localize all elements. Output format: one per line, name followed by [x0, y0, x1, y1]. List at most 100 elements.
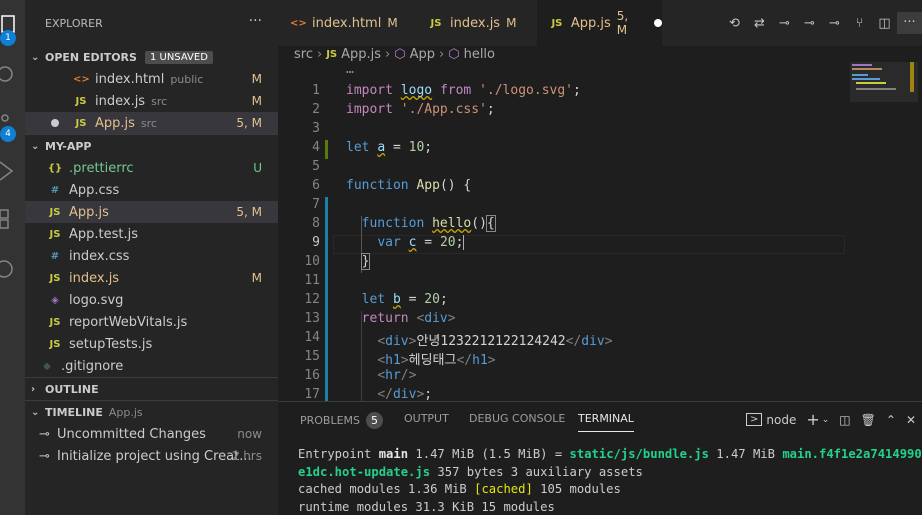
terminal-text: cached modules 1.36 MiB [298, 482, 475, 497]
git-graph-icon[interactable]: ⑂ [847, 16, 872, 31]
open-editor-item-active[interactable]: JS App.js src 5, M [25, 112, 278, 134]
git-prev-icon[interactable]: ⊸ [772, 16, 797, 31]
remote-explorer-icon[interactable] [0, 254, 25, 284]
chevron-right-icon: › [385, 46, 391, 62]
problems-count-badge: 5 [366, 412, 384, 429]
modified-line-marker [325, 197, 328, 407]
terminal-text: main [378, 447, 409, 461]
terminal-shell-label[interactable]: node [766, 413, 796, 427]
js-file-icon: JS [551, 17, 563, 29]
line-number: 7 [312, 197, 320, 212]
compare-icon[interactable]: ⇄ [747, 16, 772, 31]
chevron-down-icon: ⌄ [31, 406, 40, 418]
code-editor[interactable]: … 1 2 3 4 5 6 7 8 9 10 11 12 13 14 15 16… [278, 62, 845, 407]
trash-icon[interactable]: 🗑 [861, 413, 876, 427]
open-editor-folder: src [140, 116, 157, 130]
open-editor-item[interactable]: <> index.html public M [25, 68, 278, 90]
more-icon[interactable]: ··· [897, 12, 922, 34]
split-terminal-icon[interactable]: ◫ [839, 413, 850, 427]
code-line: return <div> [361, 311, 456, 326]
tab-output[interactable]: OUTPUT [404, 412, 449, 425]
tab-index-html[interactable]: <> index.html M [278, 0, 408, 46]
minimap-warning-marker [910, 62, 914, 92]
breadcrumb-component[interactable]: App [410, 47, 435, 62]
source-control-badge: 4 [0, 126, 16, 142]
more-actions-icon[interactable]: ··· [249, 13, 262, 29]
file-item[interactable]: JS App.test.js [25, 223, 278, 245]
file-name: reportWebVitals.js [69, 314, 188, 330]
tab-problems[interactable]: PROBLEMS 5 [300, 412, 384, 429]
explorer-title: EXPLORER [45, 16, 103, 30]
minimap[interactable] [848, 62, 918, 400]
activity-bar: 1 4 [0, 0, 25, 515]
folded-lines-indicator: … [346, 62, 354, 77]
open-editor-name: index.html [95, 71, 165, 87]
unsaved-dot-icon[interactable] [654, 19, 662, 27]
tab-app-js[interactable]: JS App.js 5, M [537, 0, 662, 46]
file-item[interactable]: ◈ logo.svg [25, 289, 278, 311]
code-line: var c = 20; [377, 235, 465, 250]
breadcrumb-function[interactable]: hello [464, 47, 495, 62]
open-editor-name: index.js [95, 93, 146, 109]
tab-status: M [506, 16, 517, 30]
terminal-output[interactable]: Entrypoint main 1.47 MiB (1.5 MiB) = sta… [298, 446, 922, 515]
line-number: 17 [304, 387, 320, 402]
extensions-icon[interactable] [0, 206, 25, 236]
file-item[interactable]: {} .prettierrc U [25, 157, 278, 179]
timeline-header[interactable]: ⌄ TIMELINE App.js [25, 401, 278, 423]
file-name: App.css [69, 182, 120, 198]
terminal-text: runtime modules 31.3 KiB 15 modules [298, 499, 555, 514]
line-number-current: 9 [312, 235, 320, 250]
minimap-line [852, 64, 872, 66]
component-symbol-icon: ⬡ [394, 46, 406, 62]
config-file-icon: {} [47, 162, 63, 174]
file-item[interactable]: # index.css [25, 245, 278, 267]
close-icon[interactable]: ✕ [906, 413, 916, 427]
line-number: 12 [304, 292, 320, 307]
open-editor-item[interactable]: JS index.js src M [25, 90, 278, 112]
git-next-icon[interactable]: ⊸ [822, 16, 847, 31]
code-line: function hello(){ [361, 215, 496, 232]
new-terminal-icon[interactable]: + [806, 410, 819, 429]
explorer-badge: 1 [0, 30, 16, 46]
history-icon[interactable]: ⟲ [722, 16, 747, 31]
terminal-text: Entrypoint [298, 447, 379, 461]
css-file-icon: # [50, 184, 60, 196]
breadcrumb-folder[interactable]: src [294, 47, 313, 62]
file-item-active[interactable]: JS App.js 5, M [25, 201, 278, 223]
js-file-icon: JS [49, 228, 61, 240]
code-line: <div>안녕1232212122124242</div> [377, 334, 613, 349]
file-item[interactable]: JS reportWebVitals.js [25, 311, 278, 333]
terminal-text: [cached] [474, 482, 533, 497]
search-icon[interactable] [0, 62, 25, 92]
js-file-icon: JS [75, 95, 87, 107]
file-item[interactable]: ◆ .gitignore [25, 355, 278, 377]
tab-index-js[interactable]: JS index.js M [416, 0, 534, 46]
explorer-header: EXPLORER ··· [25, 0, 278, 46]
run-debug-icon[interactable] [0, 156, 25, 186]
split-editor-icon[interactable]: ◫ [872, 16, 897, 31]
project-header[interactable]: ⌄ MY-APP [25, 135, 278, 157]
maximize-panel-icon[interactable]: ⌃ [886, 413, 896, 427]
timeline-item[interactable]: ⊸ Uncommitted Changes now [25, 423, 278, 445]
file-item[interactable]: JS index.js M [25, 267, 278, 289]
terminal-text: 357 bytes 3 auxiliary assets [430, 464, 643, 479]
git-status: M [251, 94, 262, 108]
git-file-icon: ◆ [43, 360, 51, 372]
open-editors-header[interactable]: ⌄ OPEN EDITORS 1 UNSAVED [25, 46, 278, 68]
file-item[interactable]: JS setupTests.js [25, 333, 278, 355]
file-item[interactable]: # App.css [25, 179, 278, 201]
outline-header[interactable]: › OUTLINE [25, 378, 278, 400]
line-number: 15 [304, 349, 320, 364]
tab-debug-console[interactable]: DEBUG CONSOLE [469, 412, 565, 425]
tab-terminal[interactable]: TERMINAL [578, 412, 634, 432]
chevron-down-icon[interactable]: ⌄ [822, 415, 830, 425]
unsaved-dot-icon[interactable] [51, 119, 59, 127]
breadcrumb-file[interactable]: App.js [341, 47, 381, 62]
timeline-item[interactable]: ⊸ Initialize project using Creat... 2 hr… [25, 445, 278, 467]
open-editor-name: App.js [95, 115, 135, 131]
css-file-icon: # [50, 250, 60, 262]
git-commit-icon[interactable]: ⊸ [797, 16, 822, 31]
timeline-label: TIMELINE [45, 405, 103, 419]
code-line: import './App.css'; [346, 102, 495, 117]
